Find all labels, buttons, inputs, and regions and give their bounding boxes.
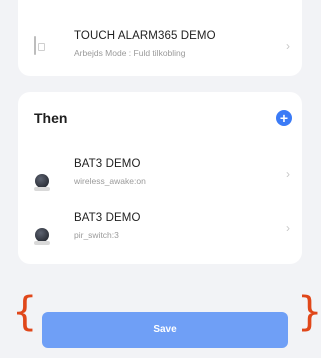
chevron-right-icon: › (286, 167, 290, 181)
chevron-right-icon: › (286, 39, 290, 53)
action-row[interactable]: BAT3 DEMO pir_switch:3 › (18, 200, 302, 256)
annotation-right-brace: } (297, 289, 321, 335)
then-card: Then + BAT3 DEMO wireless_awake:on › BAT… (18, 92, 302, 264)
condition-detail: Arbejds Mode : Fuld tilkobling (74, 48, 186, 58)
action-device-name: BAT3 DEMO (74, 212, 141, 224)
chevron-right-icon: › (286, 221, 290, 235)
action-row[interactable]: BAT3 DEMO wireless_awake:on › (18, 146, 302, 202)
action-detail: wireless_awake:on (74, 176, 146, 186)
condition-card: TOUCH ALARM365 DEMO Arbejds Mode : Fuld … (18, 0, 302, 76)
save-button[interactable]: Save (42, 312, 288, 348)
annotation-left-brace: { (12, 289, 38, 335)
action-device-name: BAT3 DEMO (74, 158, 141, 170)
device-outline-icon (34, 36, 36, 55)
condition-device-name: TOUCH ALARM365 DEMO (74, 30, 216, 42)
action-detail: pir_switch:3 (74, 230, 119, 240)
condition-row[interactable]: TOUCH ALARM365 DEMO Arbejds Mode : Fuld … (18, 18, 302, 74)
then-title: Then (34, 110, 68, 126)
add-action-button[interactable]: + (276, 110, 292, 126)
